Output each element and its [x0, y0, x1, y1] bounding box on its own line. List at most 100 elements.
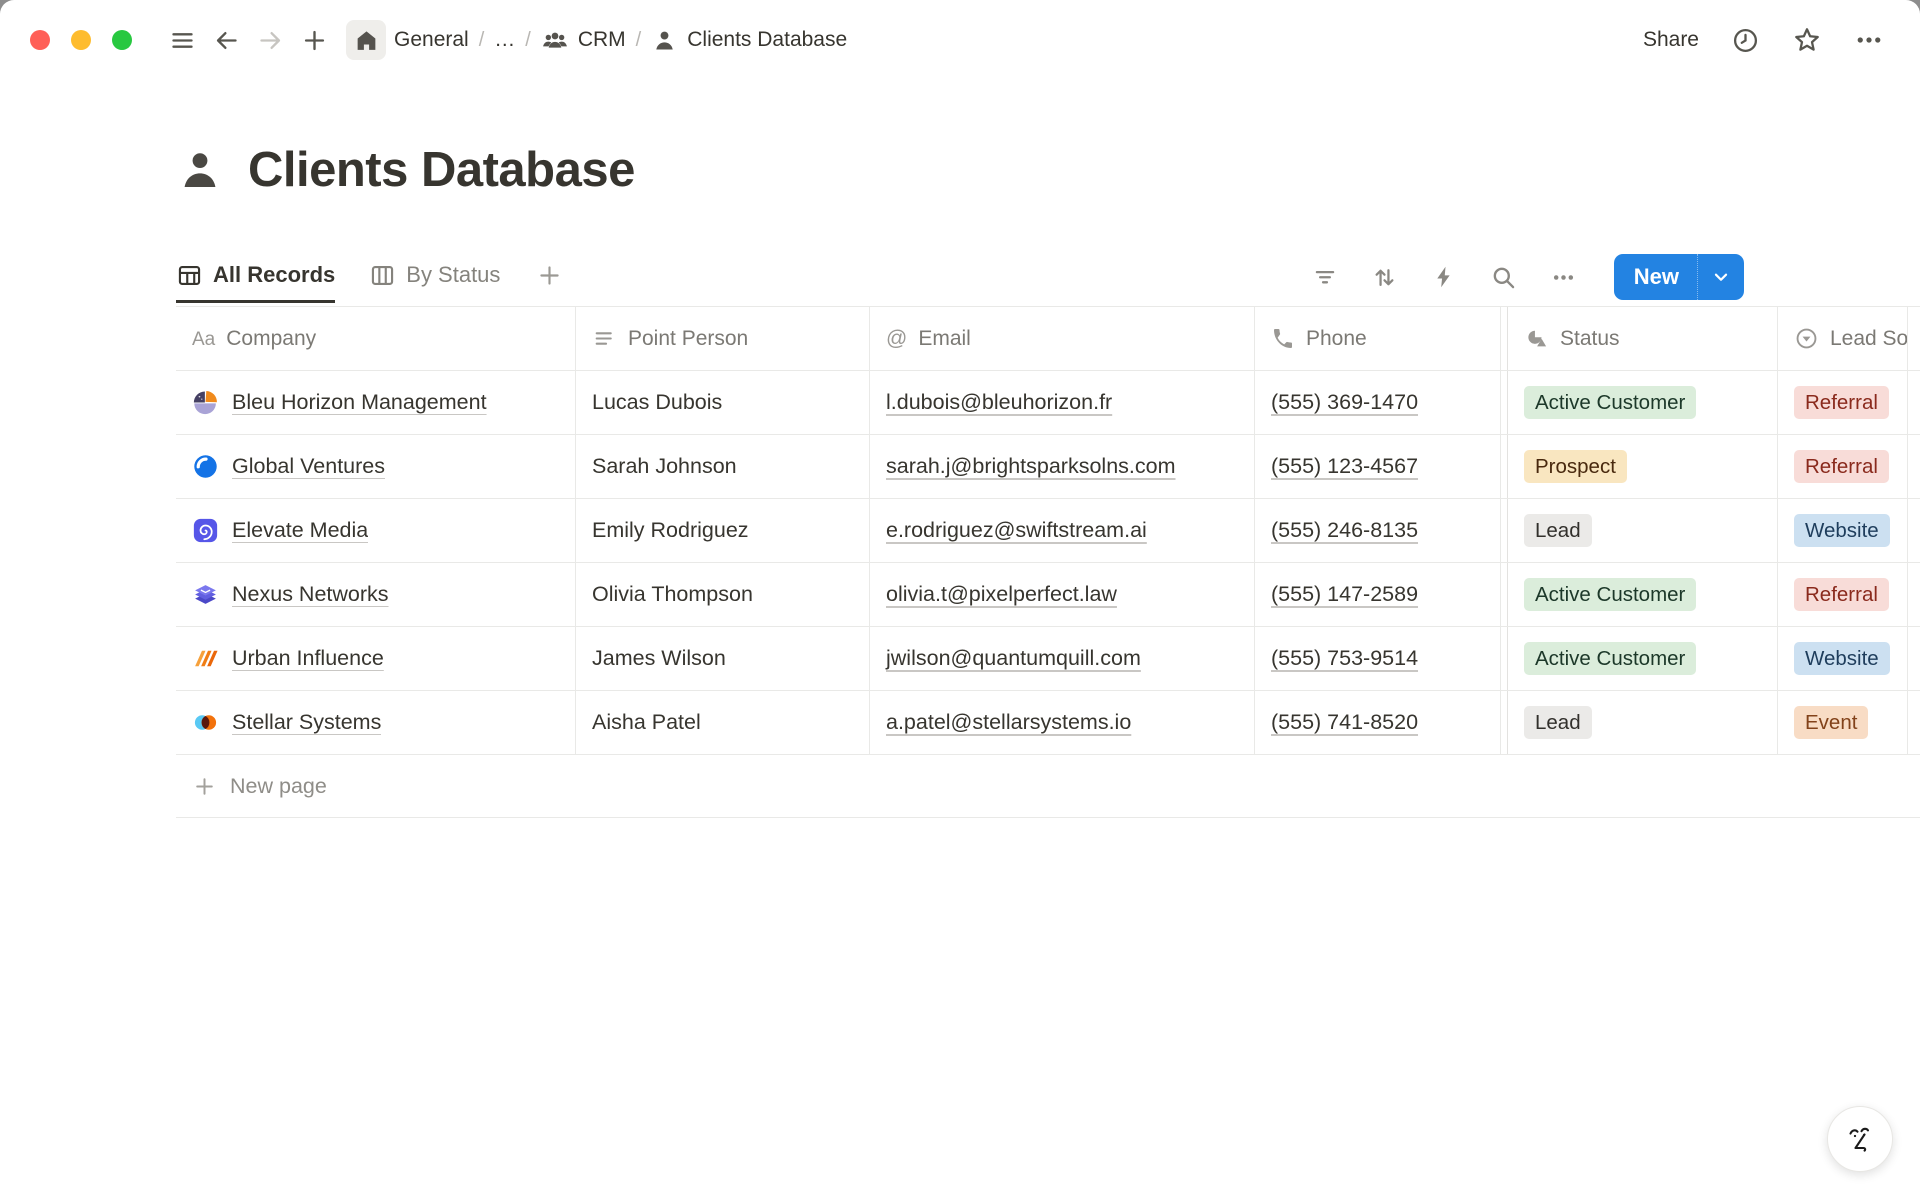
lead-source-badge: Referral	[1794, 578, 1889, 612]
zoom-window-button[interactable]	[112, 30, 132, 50]
add-view-icon[interactable]	[536, 250, 563, 300]
breadcrumb-item[interactable]: Clients Database	[651, 27, 847, 54]
page-title[interactable]: Clients Database	[248, 142, 635, 198]
company-name-link[interactable]: Global Ventures	[232, 454, 385, 479]
cell-lead-source[interactable]: Website	[1778, 627, 1908, 690]
cell-status[interactable]: Active Customer	[1508, 371, 1778, 434]
cell-company[interactable]: Stellar Systems	[176, 691, 576, 754]
updates-clock-icon[interactable]	[1731, 26, 1760, 55]
favorite-star-icon[interactable]	[1792, 25, 1822, 55]
close-window-button[interactable]	[30, 30, 50, 50]
email-link[interactable]: a.patel@stellarsystems.io	[886, 710, 1131, 735]
tab-by-status[interactable]: By Status	[369, 250, 500, 300]
email-link[interactable]: e.rodriguez@swiftstream.ai	[886, 518, 1147, 543]
cell-company[interactable]: Nexus Networks	[176, 563, 576, 626]
cell-status[interactable]: Lead	[1508, 691, 1778, 754]
company-name-link[interactable]: Bleu Horizon Management	[232, 390, 487, 415]
sort-icon[interactable]	[1371, 264, 1398, 291]
lead-source-badge: Referral	[1794, 386, 1889, 420]
sidebar-menu-icon[interactable]	[167, 25, 197, 55]
minimize-window-button[interactable]	[71, 30, 91, 50]
cell-status[interactable]: Active Customer	[1508, 627, 1778, 690]
breadcrumb-item[interactable]: General	[394, 28, 469, 52]
cell-point-person[interactable]: Aisha Patel	[576, 691, 870, 754]
cell-email[interactable]: a.patel@stellarsystems.io	[870, 691, 1255, 754]
cell-company[interactable]: Bleu Horizon Management	[176, 371, 576, 434]
cell-company[interactable]: Global Ventures	[176, 435, 576, 498]
phone-link[interactable]: (555) 123-4567	[1271, 454, 1418, 479]
cell-lead-source[interactable]: Referral	[1778, 371, 1908, 434]
company-name-link[interactable]: Stellar Systems	[232, 710, 381, 735]
new-record-dropdown[interactable]	[1697, 254, 1744, 300]
new-page-row[interactable]: New page	[176, 755, 1920, 818]
cell-point-person[interactable]: James Wilson	[576, 627, 870, 690]
cell-point-person[interactable]: Emily Rodriguez	[576, 499, 870, 562]
table-row: Nexus Networks Olivia Thompson olivia.t@pi…	[176, 563, 1920, 627]
tab-all-records[interactable]: All Records	[176, 250, 335, 303]
column-gap	[1501, 499, 1508, 562]
column-header-status[interactable]: Status	[1508, 307, 1778, 370]
filter-icon[interactable]	[1312, 264, 1338, 290]
cell-email[interactable]: olivia.t@pixelperfect.law	[870, 563, 1255, 626]
cell-point-person[interactable]: Lucas Dubois	[576, 371, 870, 434]
email-link[interactable]: jwilson@quantumquill.com	[886, 646, 1141, 671]
cell-status[interactable]: Prospect	[1508, 435, 1778, 498]
new-tab-plus-icon[interactable]	[299, 25, 329, 55]
forward-arrow-icon[interactable]	[255, 25, 285, 55]
breadcrumb-label: CRM	[578, 28, 626, 52]
new-record-label[interactable]: New	[1614, 254, 1697, 300]
cell-status[interactable]: Active Customer	[1508, 563, 1778, 626]
column-header-point-person[interactable]: Point Person	[576, 307, 870, 370]
email-link[interactable]: sarah.j@brightsparksolns.com	[886, 454, 1176, 479]
automation-lightning-icon[interactable]	[1431, 264, 1457, 290]
cell-lead-source[interactable]: Event	[1778, 691, 1908, 754]
column-header-lead-source[interactable]: Lead Source	[1778, 307, 1908, 370]
column-header-phone[interactable]: Phone	[1255, 307, 1501, 370]
search-icon[interactable]	[1490, 264, 1517, 291]
tab-label: All Records	[213, 262, 335, 288]
cell-phone[interactable]: (555) 123-4567	[1255, 435, 1501, 498]
cell-lead-source[interactable]: Referral	[1778, 563, 1908, 626]
table-row: Bleu Horizon Management Lucas Dubois l.dub…	[176, 371, 1920, 435]
phone-link[interactable]: (555) 246-8135	[1271, 518, 1418, 543]
share-button[interactable]: Share	[1643, 28, 1699, 52]
cell-phone[interactable]: (555) 246-8135	[1255, 499, 1501, 562]
ai-assistant-button[interactable]	[1827, 1106, 1893, 1172]
phone-link[interactable]: (555) 369-1470	[1271, 390, 1418, 415]
cell-phone[interactable]: (555) 741-8520	[1255, 691, 1501, 754]
phone-link[interactable]: (555) 741-8520	[1271, 710, 1418, 735]
column-header-email[interactable]: @Email	[870, 307, 1255, 370]
cell-phone[interactable]: (555) 369-1470	[1255, 371, 1501, 434]
breadcrumb-label: General	[394, 28, 469, 52]
breadcrumb-item[interactable]: CRM	[541, 26, 626, 54]
new-record-button[interactable]: New	[1614, 254, 1744, 300]
more-options-icon[interactable]	[1854, 25, 1884, 55]
cell-email[interactable]: sarah.j@brightsparksolns.com	[870, 435, 1255, 498]
cell-point-person[interactable]: Olivia Thompson	[576, 563, 870, 626]
phone-link[interactable]: (555) 753-9514	[1271, 646, 1418, 671]
cell-status[interactable]: Lead	[1508, 499, 1778, 562]
email-link[interactable]: olivia.t@pixelperfect.law	[886, 582, 1117, 607]
cell-lead-source[interactable]: Referral	[1778, 435, 1908, 498]
back-arrow-icon[interactable]	[211, 25, 241, 55]
cell-phone[interactable]: (555) 147-2589	[1255, 563, 1501, 626]
page-person-icon[interactable]	[176, 146, 224, 194]
cell-phone[interactable]: (555) 753-9514	[1255, 627, 1501, 690]
column-header-company[interactable]: AaCompany	[176, 307, 576, 370]
company-name-link[interactable]: Urban Influence	[232, 646, 384, 671]
cell-email[interactable]: e.rodriguez@swiftstream.ai	[870, 499, 1255, 562]
view-more-icon[interactable]	[1550, 264, 1577, 291]
breadcrumb-separator: /	[525, 29, 531, 52]
cell-email[interactable]: jwilson@quantumquill.com	[870, 627, 1255, 690]
cell-company[interactable]: Elevate Media	[176, 499, 576, 562]
phone-link[interactable]: (555) 147-2589	[1271, 582, 1418, 607]
home-icon[interactable]	[346, 20, 386, 60]
company-name-link[interactable]: Elevate Media	[232, 518, 368, 543]
cell-point-person[interactable]: Sarah Johnson	[576, 435, 870, 498]
email-link[interactable]: l.dubois@bleuhorizon.fr	[886, 390, 1112, 415]
cell-company[interactable]: Urban Influence	[176, 627, 576, 690]
cell-lead-source[interactable]: Website	[1778, 499, 1908, 562]
breadcrumb-item[interactable]: …	[494, 28, 515, 52]
company-name-link[interactable]: Nexus Networks	[232, 582, 389, 607]
cell-email[interactable]: l.dubois@bleuhorizon.fr	[870, 371, 1255, 434]
